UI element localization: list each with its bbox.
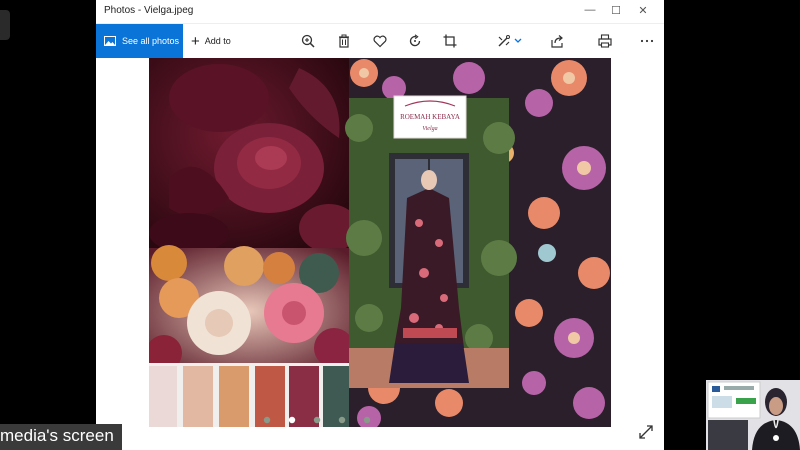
- model-photo: [345, 98, 517, 388]
- edit-icon[interactable]: [496, 33, 524, 49]
- favorite-icon[interactable]: [372, 33, 388, 49]
- slide-dot[interactable]: [313, 416, 321, 424]
- share-icon[interactable]: [549, 33, 565, 49]
- photos-window: Photos - Vielga.jpeg — ☐ ✕ See all photo…: [96, 0, 664, 450]
- plus-icon: +: [191, 32, 200, 50]
- print-icon[interactable]: [597, 33, 613, 49]
- slide-indicator[interactable]: [261, 416, 471, 424]
- photos-icon: [104, 36, 116, 46]
- palette-swatch: [149, 366, 177, 427]
- roemah-kebaya-logo: ROEMAH KEBAYA Vielga: [393, 95, 467, 139]
- toolbar: See all photos + Add to: [96, 24, 664, 58]
- slide-dot[interactable]: [363, 416, 371, 424]
- slide-dot[interactable]: [263, 416, 271, 424]
- delete-icon[interactable]: [336, 33, 352, 49]
- background-app-edge: [0, 10, 10, 40]
- logo-script-text: Vielga: [422, 126, 437, 132]
- moodboard-image[interactable]: ROEMAH KEBAYA Vielga: [149, 58, 611, 427]
- slide-dot[interactable]: [288, 416, 296, 424]
- participant-video[interactable]: [706, 380, 800, 450]
- logo-text: ROEMAH KEBAYA: [400, 113, 460, 121]
- expand-icon[interactable]: [638, 424, 654, 440]
- slide-dot[interactable]: [338, 416, 346, 424]
- maximize-button[interactable]: ☐: [606, 4, 626, 17]
- rotate-icon[interactable]: [407, 33, 423, 49]
- add-to-label: Add to: [204, 36, 231, 46]
- minimize-button[interactable]: —: [580, 4, 600, 16]
- close-button[interactable]: ✕: [633, 4, 653, 17]
- see-all-photos-label: See all photos: [122, 36, 180, 46]
- palette-swatch: [219, 366, 249, 427]
- zoom-in-icon[interactable]: [300, 33, 316, 49]
- more-icon[interactable]: [639, 33, 655, 49]
- photo-viewer: ROEMAH KEBAYA Vielga: [96, 58, 664, 450]
- burgundy-rose-panel: [149, 58, 359, 253]
- see-all-photos-button[interactable]: See all photos: [96, 24, 183, 58]
- dahlia-bouquet-panel: [149, 245, 354, 371]
- add-to-button[interactable]: + Add to: [191, 24, 231, 58]
- window-title: Photos - Vielga.jpeg: [104, 5, 194, 16]
- palette-swatch: [183, 366, 213, 427]
- screen-share-label: media's screen: [0, 424, 122, 450]
- title-bar: Photos - Vielga.jpeg — ☐ ✕: [96, 0, 664, 24]
- crop-icon[interactable]: [442, 33, 458, 49]
